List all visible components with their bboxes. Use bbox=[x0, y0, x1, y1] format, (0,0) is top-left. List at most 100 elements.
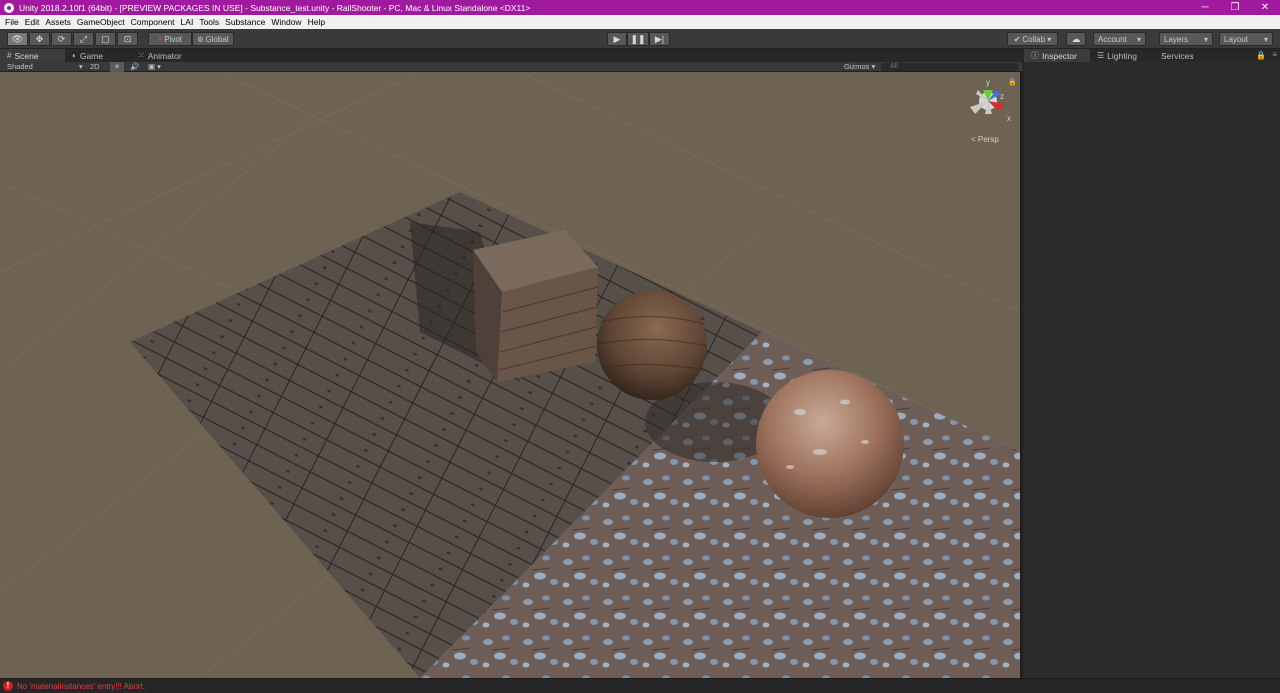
view-tool-button[interactable]: 👁 bbox=[7, 32, 28, 46]
tab-inspector-label: Inspector bbox=[1042, 50, 1077, 61]
info-icon: ⓘ bbox=[1031, 51, 1039, 60]
window-title-bar: Unity 2018.2.10f1 (64bit) - [PREVIEW PAC… bbox=[0, 0, 1280, 15]
menu-tools[interactable]: Tools bbox=[196, 17, 222, 27]
eye-icon: 👁 bbox=[11, 33, 24, 44]
error-icon: ! bbox=[3, 681, 13, 691]
scene-viewport[interactable]: y z x 🔒 < Persp bbox=[0, 72, 1022, 678]
tab-game[interactable]: ◐ Game bbox=[65, 49, 131, 62]
scene-render bbox=[0, 72, 1020, 678]
rect-tool-button[interactable]: ▢ bbox=[95, 32, 116, 46]
audio-toggle-icon[interactable]: 🔊 bbox=[130, 62, 139, 72]
shading-mode-dropdown[interactable]: Shaded bbox=[7, 62, 33, 72]
menu-assets[interactable]: Assets bbox=[42, 17, 74, 27]
menu-gameobject[interactable]: GameObject bbox=[74, 17, 128, 27]
step-icon: ▶| bbox=[654, 33, 665, 44]
cloud-icon: ☁ bbox=[1071, 33, 1081, 44]
collab-dropdown[interactable]: ✔ Collab ▾ bbox=[1007, 32, 1058, 46]
scale-icon: ⤢ bbox=[79, 33, 88, 44]
chevron-down-icon: ▾ bbox=[1263, 34, 1268, 44]
menu-bar: File Edit Assets GameObject Component LA… bbox=[0, 15, 1280, 29]
minimize-button[interactable]: ─ bbox=[1190, 0, 1220, 15]
unity-logo-icon bbox=[4, 2, 14, 13]
mode-2d-toggle[interactable]: 2D bbox=[90, 62, 100, 72]
grid-icon: # bbox=[7, 51, 12, 60]
menu-lai[interactable]: LAI bbox=[178, 17, 197, 27]
move-tool-button[interactable]: ✥ bbox=[29, 32, 50, 46]
pivot-label: Pivot bbox=[164, 34, 183, 44]
console-message: No 'materialInstances' entry!!! Abort. bbox=[17, 681, 145, 691]
pause-button[interactable]: ❚❚ bbox=[627, 32, 649, 46]
inspector-panel bbox=[1024, 62, 1280, 678]
close-button[interactable]: ✕ bbox=[1250, 0, 1280, 15]
lighting-icon: ☰ bbox=[1097, 51, 1105, 60]
animator-icon: ⁙ bbox=[138, 51, 145, 60]
pivot-toggle[interactable]: ● Pivot bbox=[148, 32, 192, 46]
projection-label: Persp bbox=[977, 135, 999, 144]
pacman-icon: ◐ bbox=[72, 51, 77, 60]
rotate-icon: ⟳ bbox=[57, 33, 66, 44]
chevron-down-icon: ▾ bbox=[1136, 34, 1141, 44]
tab-scene[interactable]: # Scene bbox=[0, 49, 65, 62]
lock-icon[interactable]: 🔒 bbox=[1256, 51, 1266, 60]
wood-sphere bbox=[597, 290, 707, 400]
layout-label: Layout bbox=[1224, 34, 1249, 44]
transform-tool-button[interactable]: ⊡ bbox=[117, 32, 138, 46]
pause-icon: ❚❚ bbox=[630, 33, 646, 44]
rotate-tool-button[interactable]: ⟳ bbox=[51, 32, 72, 46]
menu-edit[interactable]: Edit bbox=[22, 17, 43, 27]
account-dropdown[interactable]: Account ▾ bbox=[1093, 32, 1146, 46]
account-label: Account bbox=[1098, 34, 1127, 44]
menu-substance[interactable]: Substance bbox=[222, 17, 268, 27]
tab-animator[interactable]: ⁙ Animator bbox=[131, 49, 201, 62]
menu-file[interactable]: File bbox=[2, 17, 22, 27]
console-status-bar[interactable]: ! No 'materialInstances' entry!!! Abort. bbox=[0, 678, 1280, 693]
tab-inspector[interactable]: ⓘ Inspector bbox=[1024, 49, 1090, 62]
menu-icon[interactable]: ≡ bbox=[1272, 50, 1277, 59]
transform-tools: 👁 ✥ ⟳ ⤢ ▢ ⊡ bbox=[7, 32, 139, 46]
global-label: Global bbox=[205, 34, 229, 44]
projection-toggle[interactable]: < Persp bbox=[971, 135, 999, 144]
chevron-down-icon: ▾ bbox=[1203, 34, 1208, 44]
tab-lighting-label: Lighting bbox=[1107, 50, 1137, 61]
gizmo-lock-icon[interactable]: 🔒 bbox=[1008, 78, 1017, 86]
cloud-button[interactable]: ☁ bbox=[1066, 32, 1086, 46]
layers-label: Layers bbox=[1164, 34, 1189, 44]
collab-label: Collab ▾ bbox=[1022, 34, 1052, 44]
scale-tool-button[interactable]: ⤢ bbox=[73, 32, 94, 46]
effects-toggle-icon[interactable]: ▣ ▾ bbox=[148, 62, 161, 72]
transform-icon: ⊡ bbox=[123, 33, 132, 44]
tab-lighting[interactable]: ☰ Lighting bbox=[1090, 49, 1154, 62]
stone-sphere bbox=[756, 370, 904, 518]
gizmo-axis-x: x bbox=[1007, 114, 1011, 123]
scene-tab-row: # Scene ◐ Game ⁙ Animator bbox=[0, 49, 1022, 62]
pivot-icon: ● bbox=[157, 35, 163, 43]
tab-game-label: Game bbox=[79, 50, 103, 61]
restore-button[interactable]: ❐ bbox=[1220, 0, 1250, 15]
tab-animator-label: Animator bbox=[147, 50, 182, 61]
check-icon: ✔ bbox=[1013, 34, 1021, 44]
play-button[interactable]: ▶ bbox=[607, 32, 627, 46]
window-controls: ─ ❐ ✕ bbox=[1190, 0, 1280, 15]
gizmo-axis-y: y bbox=[986, 78, 990, 87]
tab-services-label: Services bbox=[1161, 50, 1194, 61]
inspector-tab-row: ⓘ Inspector ☰ Lighting Services 🔒 ≡ bbox=[1024, 49, 1280, 62]
tab-scene-label: Scene bbox=[14, 50, 39, 61]
step-button[interactable]: ▶| bbox=[649, 32, 670, 46]
main-toolbar: 👁 ✥ ⟳ ⤢ ▢ ⊡ ● Pivot ◍ Global ▶ ❚❚ ▶| ✔ Coll… bbox=[0, 29, 1280, 49]
move-icon: ✥ bbox=[35, 33, 44, 44]
gizmos-dropdown[interactable]: Gizmos ▾ bbox=[844, 62, 875, 72]
tab-services[interactable]: Services bbox=[1154, 49, 1214, 62]
menu-window[interactable]: Window bbox=[268, 17, 304, 27]
globe-icon: ◍ bbox=[197, 36, 204, 43]
layout-dropdown[interactable]: Layout ▾ bbox=[1219, 32, 1273, 46]
menu-component[interactable]: Component bbox=[128, 17, 178, 27]
scene-search-input[interactable]: All bbox=[881, 63, 1019, 71]
layers-dropdown[interactable]: Layers ▾ bbox=[1159, 32, 1213, 46]
scene-view-toolbar: Shaded ▾ 2D ☀ 🔊 ▣ ▾ Gizmos ▾ All bbox=[0, 62, 1022, 72]
global-toggle[interactable]: ◍ Global bbox=[192, 32, 234, 46]
rect-icon: ▢ bbox=[101, 33, 110, 44]
lighting-toggle-icon[interactable]: ☀ bbox=[110, 62, 124, 72]
window-title: Unity 2018.2.10f1 (64bit) - [PREVIEW PAC… bbox=[19, 2, 531, 13]
menu-help[interactable]: Help bbox=[305, 17, 328, 27]
play-icon: ▶ bbox=[613, 33, 621, 44]
